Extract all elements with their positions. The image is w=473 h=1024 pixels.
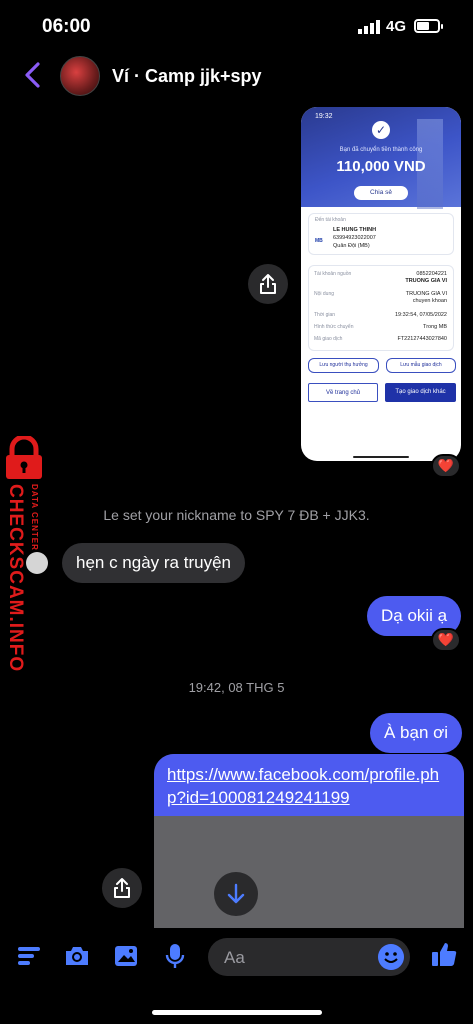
transfer-screenshot-message[interactable]: 19:32 ✓ Bạn đã chuyển tiền thành công 11… <box>301 107 461 461</box>
lock-icon <box>6 436 42 479</box>
content-value-1: TRUONG GIA VI <box>405 291 447 297</box>
share-button[interactable] <box>248 264 288 304</box>
receipt-header: 19:32 ✓ Bạn đã chuyển tiền thành công 11… <box>301 107 461 209</box>
watermark-sub-text: DATA CENTER <box>30 484 39 551</box>
watermark-main-text: CHECKSCAM.INFO <box>5 484 26 673</box>
arrow-down-icon <box>227 883 245 904</box>
txn-label: Mã giao dịch <box>314 336 343 342</box>
source-label: Tài khoản nguồn <box>314 271 352 277</box>
to-account-label: Đến tài khoản <box>315 217 346 223</box>
back-chevron-icon[interactable] <box>22 62 44 88</box>
thumbs-up-icon[interactable] <box>430 940 458 968</box>
transfer-details-card: Tài khoản nguồn 0852204221 TRUONG GIA VI… <box>308 265 454 351</box>
incoming-message[interactable]: hẹn c ngày ra truyện <box>62 543 245 583</box>
recipient-name: LE HUNG THINH <box>333 227 377 233</box>
camera-icon[interactable] <box>63 942 91 970</box>
time-label: Thời gian <box>314 312 336 318</box>
group-avatar[interactable] <box>60 56 100 96</box>
recipient-bank: Quân Đội (MB) <box>333 243 370 249</box>
battery-level <box>417 22 429 30</box>
status-time: 06:00 <box>42 16 91 37</box>
content-value-2: chuyen khoan <box>412 298 447 304</box>
link-url[interactable]: https://www.facebook.com/profile.php?id=… <box>167 763 457 809</box>
status-bar: 06:00 4G <box>0 0 473 52</box>
outgoing-message[interactable]: À bạn ơi <box>370 713 463 753</box>
share-icon <box>114 878 130 898</box>
message-input[interactable]: Aa <box>208 938 410 976</box>
time-value: 19:32:54, 07/05/2022 <box>395 312 447 318</box>
checkscam-watermark: CHECKSCAM.INFO DATA CENTER <box>0 436 56 672</box>
receipt-home-indicator <box>353 456 409 458</box>
content-label: Nội dung <box>314 291 335 297</box>
chat-header: Ví · Camp jjk+spy <box>0 52 473 102</box>
menu-icon[interactable] <box>16 942 44 970</box>
system-message: Le set your nickname to SPY 7 ĐB + JJK3. <box>103 507 370 523</box>
bank-logo: MB <box>315 238 323 244</box>
txn-value: FT22127443027840 <box>397 336 447 342</box>
chat-title[interactable]: Ví · Camp jjk+spy <box>112 66 262 87</box>
heart-reaction[interactable]: ❤️ <box>431 454 461 478</box>
home-button-label: Về trang chủ <box>308 383 378 402</box>
recipient-account: 63994923022007 <box>333 235 376 241</box>
microphone-icon[interactable] <box>161 942 189 970</box>
save-template-label: Lưu mẫu giao dịch <box>386 358 456 373</box>
transfer-amount: 110,000 VND <box>336 158 426 175</box>
battery-icon <box>414 19 443 33</box>
recipient-card: Đến tài khoản MB LE HUNG THINH 639949230… <box>308 213 454 255</box>
receipt-share-label: Chia sẻ <box>354 186 408 200</box>
heart-reaction[interactable]: ❤️ <box>431 628 461 652</box>
home-indicator <box>152 1010 322 1015</box>
share-icon <box>260 274 276 294</box>
message-placeholder: Aa <box>224 948 245 967</box>
timestamp: 19:42, 08 THG 5 <box>188 680 285 695</box>
gallery-icon[interactable] <box>112 942 140 970</box>
method-value: Trong MB <box>423 324 447 330</box>
save-recipient-label: Lưu người thụ hưởng <box>308 358 379 373</box>
checkmark-icon: ✓ <box>372 121 390 139</box>
scroll-to-bottom-button[interactable] <box>214 872 258 916</box>
source-account: 0852204221 <box>416 271 447 277</box>
receipt-time: 19:32 <box>315 113 333 120</box>
emoji-icon[interactable] <box>378 944 404 970</box>
new-transaction-label: Tạo giao dịch khác <box>385 383 456 402</box>
message-composer: Aa <box>0 928 473 1024</box>
share-button[interactable] <box>102 868 142 908</box>
success-text: Bạn đã chuyển tiền thành công <box>339 147 423 153</box>
source-name: TRUONG GIA VI <box>405 278 447 284</box>
link-message[interactable]: https://www.facebook.com/profile.php?id=… <box>154 754 464 930</box>
method-label: Hình thức chuyển <box>314 324 354 330</box>
signal-icon <box>358 20 380 34</box>
network-type: 4G <box>386 18 407 35</box>
